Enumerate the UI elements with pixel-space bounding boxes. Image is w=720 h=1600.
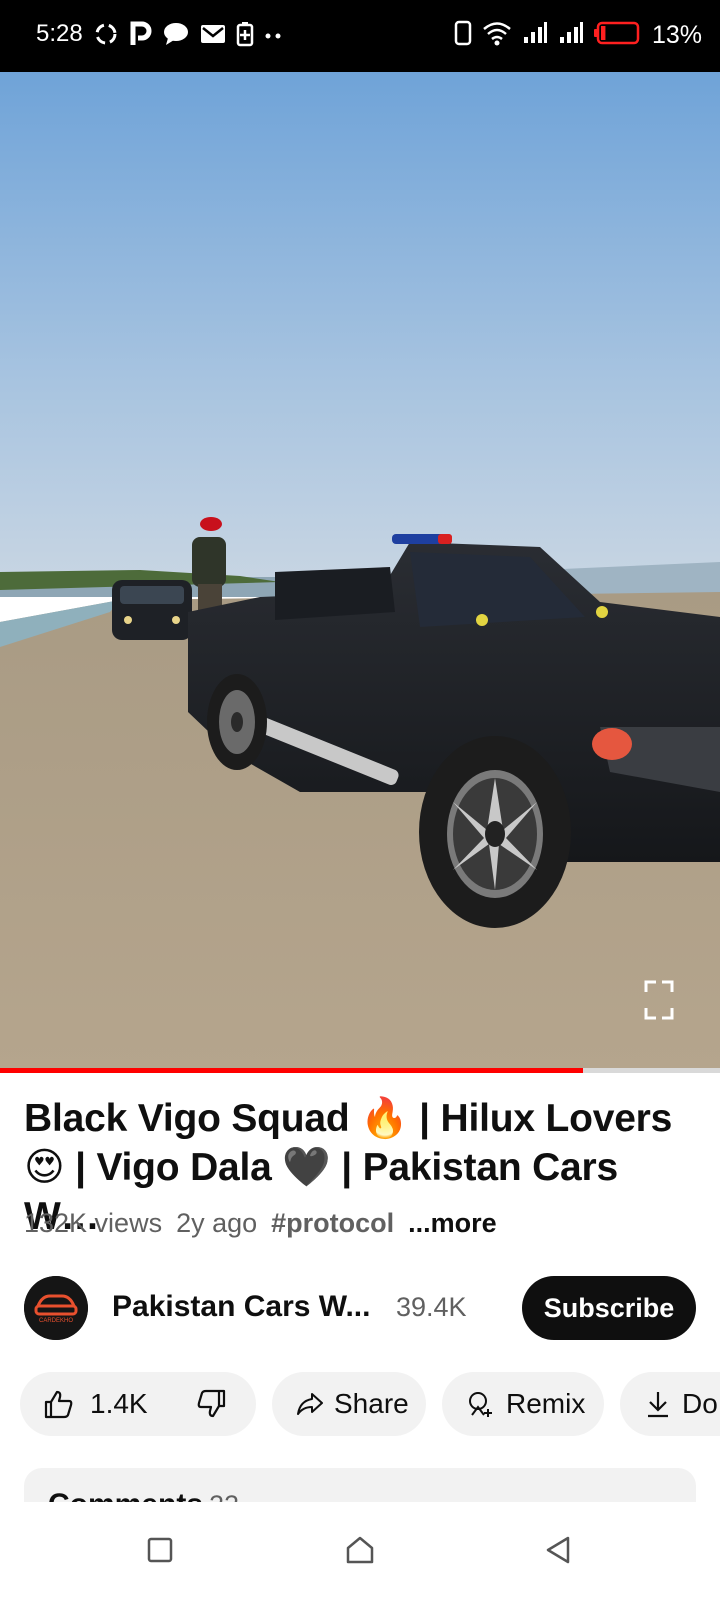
signal-2-icon	[558, 21, 584, 50]
download-button[interactable]: Do	[620, 1372, 720, 1436]
video-frame	[0, 72, 720, 1072]
remix-label: Remix	[506, 1388, 586, 1419]
action-row: 1.4K Share Remix Do	[20, 1372, 720, 1436]
video-progress-fill	[0, 1068, 584, 1073]
home-icon	[346, 1536, 374, 1564]
back-button[interactable]	[538, 1530, 578, 1570]
battery-percent: 13%	[651, 21, 702, 49]
thumbs-down-icon	[197, 1389, 225, 1418]
hashtag-link[interactable]: #protocol	[271, 1208, 394, 1239]
subscriber-count: 39.4K	[396, 1292, 467, 1322]
remix-icon	[466, 1389, 496, 1419]
like-button[interactable]: 1.4K	[42, 1388, 148, 1420]
battery-icon	[593, 21, 642, 50]
like-count: 1.4K	[90, 1388, 148, 1419]
gmail-icon	[200, 23, 226, 50]
sync-icon	[92, 20, 120, 53]
p-app-icon	[130, 21, 152, 52]
status-time: 5:28	[36, 20, 83, 47]
dislike-button[interactable]	[196, 1388, 228, 1420]
avatar-logo-text: CARDEKHO	[39, 1318, 73, 1324]
signal-1-icon	[522, 21, 548, 50]
subscribe-button[interactable]: Subscribe	[522, 1276, 696, 1340]
more-dots-icon	[264, 28, 284, 46]
fullscreen-icon[interactable]	[644, 980, 674, 1020]
notification-icons	[92, 20, 284, 53]
like-dislike-group: 1.4K	[20, 1372, 256, 1436]
channel-name[interactable]: Pakistan Cars W...	[112, 1290, 370, 1324]
view-count: 132K views	[24, 1208, 163, 1238]
video-player[interactable]	[0, 72, 720, 1072]
recents-icon	[147, 1537, 173, 1563]
wifi-icon	[482, 20, 512, 51]
share-icon	[296, 1390, 324, 1418]
download-icon	[644, 1389, 672, 1419]
battery-saver-icon	[236, 21, 254, 52]
recents-button[interactable]	[140, 1530, 180, 1570]
more-link[interactable]: ...more	[408, 1208, 497, 1239]
distant-car	[112, 580, 192, 640]
thumbs-up-icon	[44, 1390, 73, 1419]
channel-avatar[interactable]: CARDEKHO	[24, 1276, 88, 1340]
rear-wheel	[207, 674, 267, 770]
share-button[interactable]: Share	[272, 1372, 426, 1436]
vibrate-icon	[454, 20, 472, 51]
front-wheel	[419, 736, 571, 928]
video-meta[interactable]: 132K views 2y ago #protocol ...more	[24, 1208, 497, 1239]
status-bar: 5:28 13%	[0, 0, 720, 72]
system-nav-bar	[0, 1502, 720, 1600]
back-icon	[546, 1536, 570, 1564]
screen: 5:28 13% Black Vigo Squad 🔥 | Hilux Love…	[0, 0, 720, 1600]
remix-button[interactable]: Remix	[442, 1372, 604, 1436]
system-icons: 13%	[454, 20, 702, 51]
share-label: Share	[334, 1388, 409, 1419]
video-progress-bar[interactable]	[0, 1068, 720, 1073]
upload-age: 2y ago	[176, 1208, 258, 1238]
chat-icon	[162, 21, 190, 52]
download-label: Do	[682, 1388, 718, 1419]
home-button[interactable]	[340, 1530, 380, 1570]
